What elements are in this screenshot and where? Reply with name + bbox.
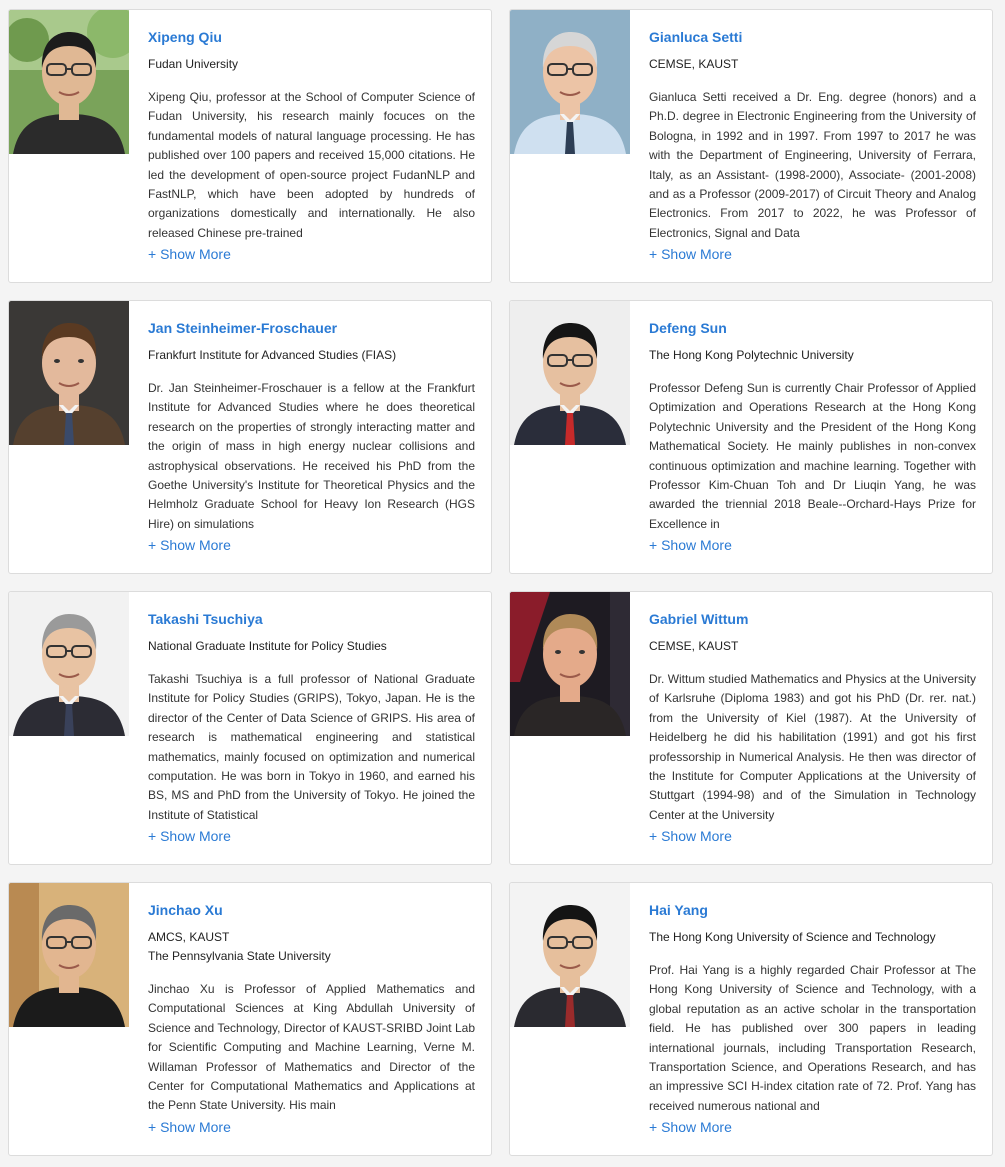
show-more-link[interactable]: + Show More: [649, 827, 976, 845]
speaker-affiliation: The Hong Kong Polytechnic University: [649, 348, 854, 362]
speaker-name-link[interactable]: Xipeng Qiu: [148, 27, 475, 47]
speaker-photo: [9, 592, 129, 736]
speaker-photo: [510, 883, 630, 1027]
speaker-photo-image: [510, 10, 630, 154]
speaker-card: Xipeng Qiu Fudan University Xipeng Qiu, p…: [8, 9, 492, 283]
speaker-info: Jinchao Xu AMCS, KAUST The Pennsylvania St…: [148, 893, 475, 1136]
show-more-link[interactable]: + Show More: [649, 536, 976, 554]
speaker-photo: [9, 10, 129, 154]
speaker-info: Takashi Tsuchiya National Graduate Instit…: [148, 602, 475, 845]
speaker-bio: Takashi Tsuchiya is a full professor of …: [148, 672, 475, 822]
speaker-photo: [9, 883, 129, 1027]
speaker-photo-image: [9, 301, 129, 445]
speaker-bio: Xipeng Qiu, professor at the School of C…: [148, 90, 475, 240]
speaker-grid: Xipeng Qiu Fudan University Xipeng Qiu, p…: [0, 0, 1005, 1167]
speaker-affiliation: Frankfurt Institute for Advanced Studies…: [148, 348, 397, 362]
speaker-card: Hai Yang The Hong Kong University of Scie…: [509, 882, 993, 1156]
show-more-link[interactable]: + Show More: [649, 245, 976, 263]
speaker-name-link[interactable]: Defeng Sun: [649, 318, 976, 338]
speaker-info: Hai Yang The Hong Kong University of Scie…: [649, 893, 976, 1136]
speaker-card: Takashi Tsuchiya National Graduate Instit…: [8, 591, 492, 865]
speaker-photo-image: [510, 301, 630, 445]
speaker-photo: [510, 10, 630, 154]
speaker-name-link[interactable]: Takashi Tsuchiya: [148, 609, 475, 629]
speaker-card: Gianluca Setti CEMSE, KAUST Gianluca Setti…: [509, 9, 993, 283]
speaker-photo-image: [9, 883, 129, 1027]
speaker-affiliation: National Graduate Institute for Policy S…: [148, 639, 387, 653]
speaker-name-link[interactable]: Jan Steinheimer-Froschauer: [148, 318, 475, 338]
speaker-bio: Jinchao Xu is Professor of Applied Mathe…: [148, 982, 475, 1113]
speaker-photo-image: [510, 592, 630, 736]
speaker-affiliation: Fudan University: [148, 57, 239, 71]
speaker-card: Jinchao Xu AMCS, KAUST The Pennsylvania St…: [8, 882, 492, 1156]
show-more-link[interactable]: + Show More: [148, 1118, 475, 1136]
speaker-name-link[interactable]: Jinchao Xu: [148, 900, 475, 920]
speaker-bio: Gianluca Setti received a Dr. Eng. degre…: [649, 90, 976, 240]
speaker-info: Gabriel Wittum CEMSE, KAUST Dr. Wittum stu…: [649, 602, 976, 845]
speaker-affiliation: CEMSE, KAUST: [649, 57, 739, 71]
speaker-photo-image: [9, 10, 129, 154]
speaker-info: Gianluca Setti CEMSE, KAUST Gianluca Setti…: [649, 20, 976, 263]
speaker-photo: [510, 592, 630, 736]
speaker-card: Jan Steinheimer-Froschauer Frankfurt Inst…: [8, 300, 492, 574]
speaker-affiliation: The Hong Kong University of Science and …: [649, 930, 936, 944]
speaker-info: Jan Steinheimer-Froschauer Frankfurt Inst…: [148, 311, 475, 554]
speaker-affiliation: CEMSE, KAUST: [649, 639, 739, 653]
speaker-name-link[interactable]: Gabriel Wittum: [649, 609, 976, 629]
speaker-bio: Dr. Jan Steinheimer-Froschauer is a fell…: [148, 381, 475, 531]
speaker-affiliation: AMCS, KAUST: [148, 930, 230, 944]
speaker-photo: [510, 301, 630, 445]
speaker-name-link[interactable]: Gianluca Setti: [649, 27, 976, 47]
speaker-photo-image: [510, 883, 630, 1027]
speaker-info: Defeng Sun The Hong Kong Polytechnic Univ…: [649, 311, 976, 554]
show-more-link[interactable]: + Show More: [148, 827, 475, 845]
show-more-link[interactable]: + Show More: [649, 1118, 976, 1136]
speaker-bio: Professor Defeng Sun is currently Chair …: [649, 381, 976, 531]
speaker-card: Defeng Sun The Hong Kong Polytechnic Univ…: [509, 300, 993, 574]
speaker-card: Gabriel Wittum CEMSE, KAUST Dr. Wittum stu…: [509, 591, 993, 865]
speaker-affiliation: The Pennsylvania State University: [148, 949, 331, 963]
speaker-photo-image: [9, 592, 129, 736]
speaker-photo: [9, 301, 129, 445]
speaker-bio: Prof. Hai Yang is a highly regarded Chai…: [649, 963, 976, 1113]
speaker-name-link[interactable]: Hai Yang: [649, 900, 976, 920]
speaker-info: Xipeng Qiu Fudan University Xipeng Qiu, p…: [148, 20, 475, 263]
show-more-link[interactable]: + Show More: [148, 536, 475, 554]
speaker-bio: Dr. Wittum studied Mathematics and Physi…: [649, 672, 976, 822]
show-more-link[interactable]: + Show More: [148, 245, 475, 263]
